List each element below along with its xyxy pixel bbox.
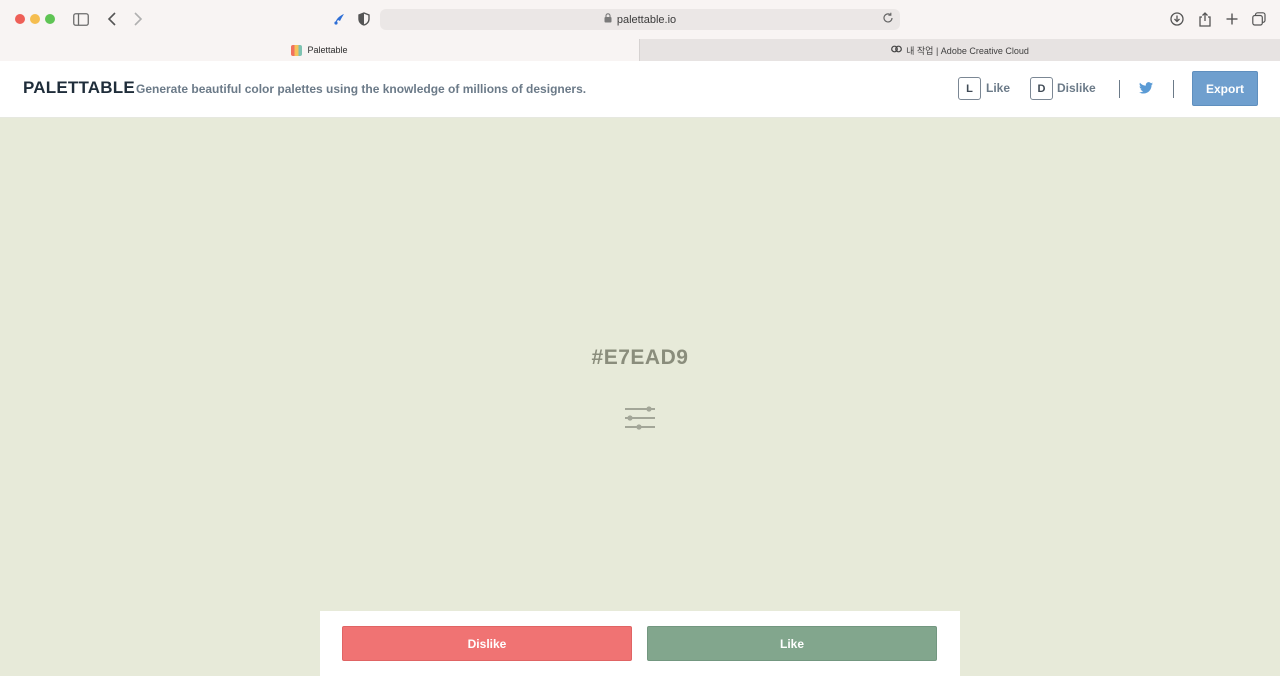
twitter-icon[interactable] [1139,81,1153,99]
tab-adobe-creative-cloud[interactable]: 내 작업 | Adobe Creative Cloud [639,39,1280,61]
divider [1119,80,1120,98]
creative-cloud-icon [891,45,903,55]
share-icon[interactable] [1196,10,1214,28]
new-tab-icon[interactable] [1223,10,1241,28]
divider [1173,80,1174,98]
tagline: Generate beautiful color palettes using … [136,82,587,96]
dislike-button[interactable]: Dislike [342,626,632,661]
like-shortcut-key: L [958,77,981,100]
dislike-shortcut-label: Dislike [1057,81,1096,95]
export-button[interactable]: Export [1192,71,1258,106]
back-icon[interactable] [103,10,121,28]
like-shortcut-label: Like [986,81,1011,95]
tab-bar: Palettable 내 작업 | Adobe Creative Cloud [0,39,1280,61]
extension-icon[interactable] [330,10,348,28]
download-icon[interactable] [1168,10,1186,28]
like-button[interactable]: Like [647,626,937,661]
sidebar-icon[interactable] [72,10,90,28]
close-window-button[interactable] [15,14,25,24]
logo[interactable]: PALETTABLE [23,78,135,98]
address-bar[interactable]: palettable.io [380,9,900,30]
lock-icon [604,13,612,26]
action-bar: Dislike Like [320,611,960,676]
app-header: PALETTABLE Generate beautiful color pale… [0,61,1280,118]
tab-title: Palettable [307,45,348,55]
tab-title: 내 작업 | Adobe Creative Cloud [906,45,1029,56]
tab-palettable[interactable]: Palettable [0,39,639,61]
browser-toolbar: palettable.io [0,0,1280,39]
minimize-window-button[interactable] [30,14,40,24]
forward-icon[interactable] [129,10,147,28]
hex-code[interactable]: #E7EAD9 [0,346,1280,370]
url-text: palettable.io [616,13,677,26]
palettable-favicon-icon [291,44,303,56]
tab-overview-icon[interactable] [1250,10,1268,28]
reload-icon[interactable] [882,12,894,27]
shield-icon[interactable] [355,10,373,28]
dislike-shortcut-key: D [1030,77,1053,100]
zoom-window-button[interactable] [45,14,55,24]
color-swatch[interactable]: #E7EAD9 [0,118,1280,676]
sliders-icon[interactable] [624,406,656,435]
